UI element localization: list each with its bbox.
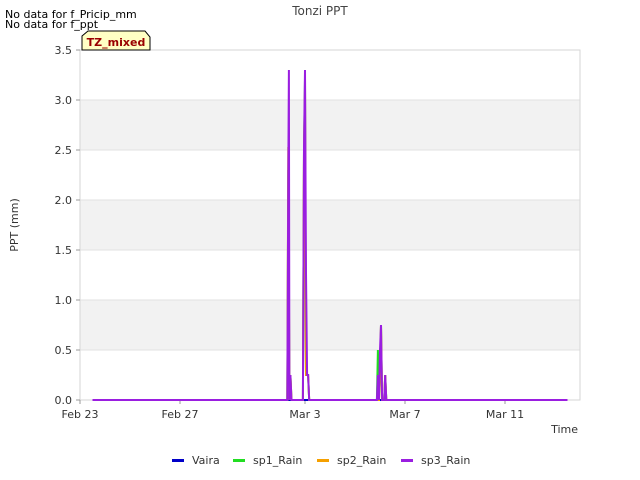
legend-label: sp2_Rain	[337, 454, 387, 467]
legend-label: Vaira	[192, 454, 220, 467]
legend-label: sp3_Rain	[421, 454, 471, 467]
legend-swatch	[317, 458, 329, 462]
x-tick-label: Feb 27	[162, 408, 199, 421]
y-tick-label: 2.5	[55, 144, 73, 157]
y-tick-label: 0.5	[55, 344, 73, 357]
legend-item-Vaira: Vaira	[172, 454, 220, 467]
y-tick-label: 1.5	[55, 244, 73, 257]
y-axis-label: PPT (mm)	[8, 198, 21, 252]
y-tick-label: 1.0	[55, 294, 73, 307]
legend-swatch	[401, 458, 413, 462]
ppt-chart: 0.0 0.5 1.0 1.5 2.0 2.5 3.0 3.5 Feb 23 Feb 27 Mar …	[8, 4, 581, 436]
site-badge-label: TZ_mixed	[87, 36, 146, 49]
x-tick-label: Mar 7	[389, 408, 420, 421]
x-tick-label: Mar 3	[289, 408, 320, 421]
legend-item-sp2_Rain: sp2_Rain	[317, 454, 386, 467]
legend-item-sp3_Rain: sp3_Rain	[401, 454, 470, 467]
background-band	[80, 200, 580, 250]
background-band	[80, 300, 580, 350]
x-tick-label: Feb 23	[62, 408, 99, 421]
legend-item-sp1_Rain: sp1_Rain	[233, 454, 302, 467]
legend-swatch	[233, 458, 245, 462]
chart-title: Tonzi PPT	[291, 4, 348, 18]
y-tick-label: 0.0	[55, 394, 73, 407]
chart-legend: Vaira sp1_Rain sp2_Rain sp3_Rain	[0, 454, 640, 468]
x-tick-label: Mar 11	[486, 408, 524, 421]
legend-label: sp1_Rain	[253, 454, 303, 467]
y-tick-label: 3.0	[55, 94, 73, 107]
y-tick-label: 2.0	[55, 194, 73, 207]
legend-swatch	[172, 458, 184, 462]
background-band	[80, 100, 580, 150]
y-tick-label: 3.5	[55, 44, 73, 57]
x-axis-label: Time	[550, 423, 578, 436]
